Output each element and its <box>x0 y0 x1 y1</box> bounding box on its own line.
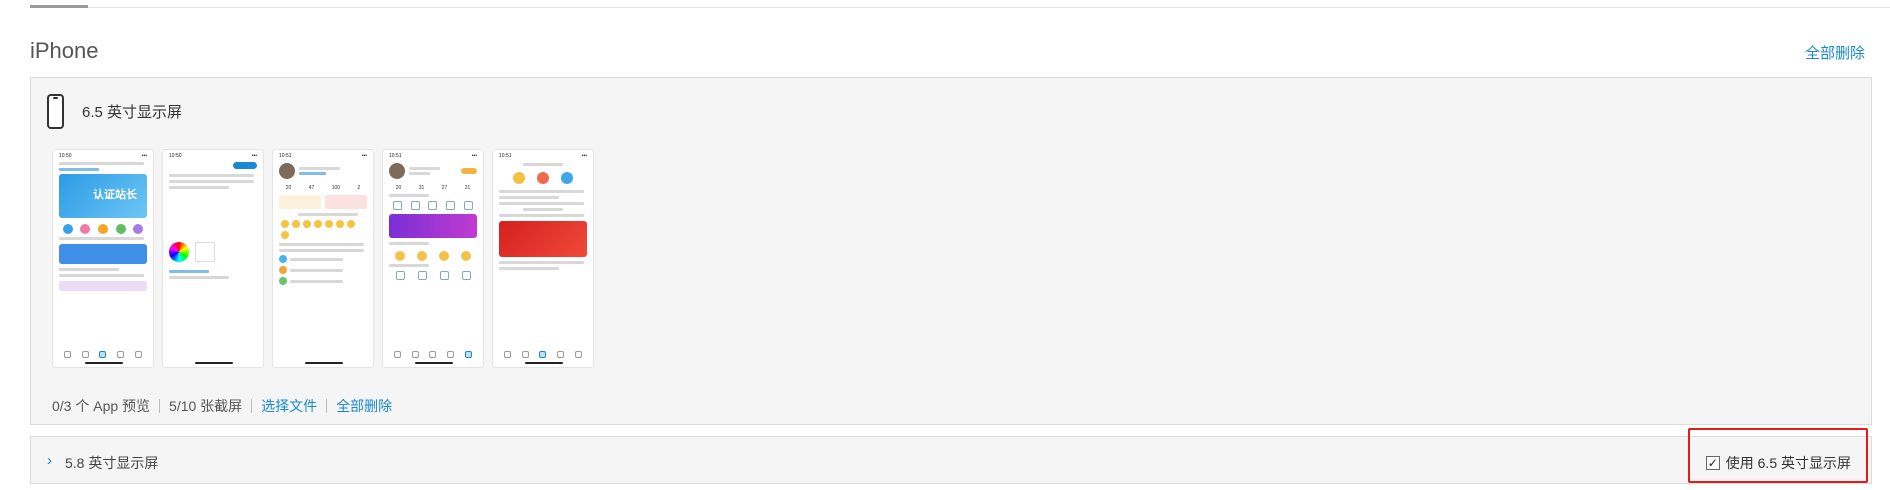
screenshot-thumbnail[interactable]: 10:50 ••• <box>162 149 264 368</box>
screenshot-count: 5/10 张截屏 <box>169 398 243 414</box>
phone-outline-icon <box>47 94 64 129</box>
divider <box>326 399 328 413</box>
screenshot-list: 10:50 ••• 认证站长 10:50 ••• 10:51 ••• 20 47… <box>52 149 594 368</box>
delete-all-screenshots-link[interactable]: 全部删除 <box>336 396 392 416</box>
divider <box>251 399 253 413</box>
screenshot-thumbnail[interactable]: 10:51 ••• 20 31 27 21 <box>382 149 484 368</box>
use-65-checkbox-row[interactable]: ✓ 使用 6.5 英寸显示屏 <box>1705 453 1851 473</box>
display-65-header: 6.5 英寸显示屏 <box>47 94 182 129</box>
use-65-label: 使用 6.5 英寸显示屏 <box>1725 455 1851 471</box>
display-65-panel: 6.5 英寸显示屏 10:50 ••• 认证站长 10:50 ••• 10:51… <box>30 77 1872 425</box>
chevron-right-icon[interactable]: › <box>47 453 52 468</box>
display-65-title: 6.5 英寸显示屏 <box>82 104 183 121</box>
active-tab-underline <box>30 5 88 8</box>
display-58-title[interactable]: 5.8 英寸显示屏 <box>65 453 158 473</box>
screenshot-thumbnail[interactable]: 10:51 ••• <box>492 149 594 368</box>
screenshot-thumbnail[interactable]: 10:50 ••• 认证站长 <box>52 149 154 368</box>
top-divider <box>30 7 1890 8</box>
screenshot-thumbnail[interactable]: 10:51 ••• 20 47 100 2 <box>272 149 374 368</box>
delete-all-link[interactable]: 全部删除 <box>1805 42 1865 63</box>
display-58-panel: › 5.8 英寸显示屏 ✓ 使用 6.5 英寸显示屏 <box>30 436 1872 484</box>
check-icon[interactable]: ✓ <box>1705 456 1720 470</box>
display-65-footer: 0/3 个 App 预览 5/10 张截屏 选择文件 全部删除 <box>52 396 392 416</box>
choose-file-link[interactable]: 选择文件 <box>261 396 317 416</box>
section-title: iPhone <box>30 38 99 63</box>
divider <box>159 399 161 413</box>
app-preview-count: 0/3 个 App 预览 <box>52 398 151 414</box>
